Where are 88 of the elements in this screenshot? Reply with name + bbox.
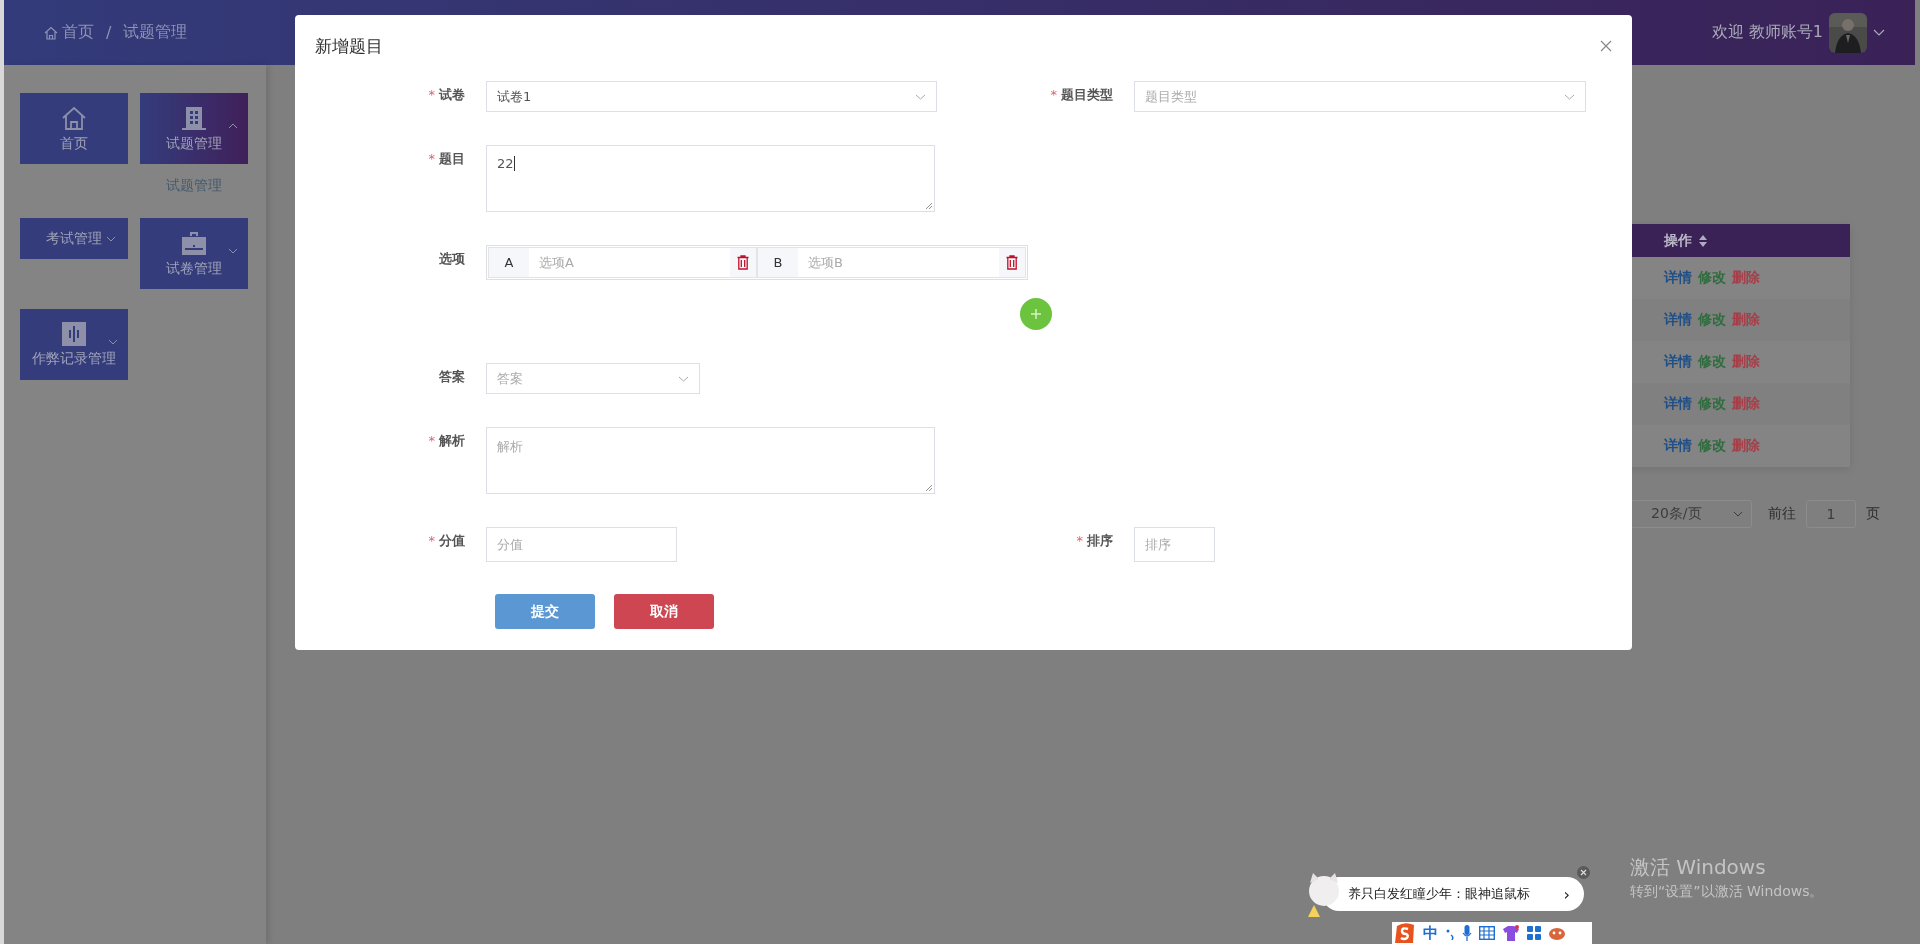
breadcrumb-separator: /: [106, 23, 112, 42]
menu-label: 试卷管理: [166, 259, 222, 278]
field-label: 答案: [438, 368, 465, 386]
activation-text: 转到“设置”以激活 Windows。: [1630, 883, 1824, 901]
input-field[interactable]: 排序: [1134, 527, 1215, 562]
action-link[interactable]: 修改: [1698, 353, 1726, 371]
breadcrumb-link[interactable]: 试题管理: [123, 22, 188, 43]
close-icon[interactable]: [1577, 866, 1590, 879]
menu-label: 首页: [60, 134, 88, 153]
field-label: 选项: [438, 250, 465, 268]
field-label: * 解析: [427, 432, 465, 450]
menu-label: 考试管理: [46, 229, 102, 248]
keyboard-icon[interactable]: [1479, 926, 1495, 940]
welcome-text: 欢迎 教师账号1: [1711, 22, 1823, 43]
chart-icon: [62, 321, 86, 346]
menu-tile[interactable]: 首页: [20, 93, 128, 164]
action-link[interactable]: 删除: [1732, 437, 1760, 455]
grid-icon[interactable]: [1527, 926, 1541, 940]
action-link[interactable]: 修改: [1698, 311, 1726, 329]
home-icon: [61, 104, 87, 131]
breadcrumb-link[interactable]: 首页: [62, 22, 94, 43]
notification-text: 养只白发红瞳少年：眼神追鼠标: [1348, 885, 1530, 903]
building-icon: [181, 104, 207, 131]
select-field[interactable]: 试卷1: [486, 81, 937, 112]
sort-icon[interactable]: [1698, 233, 1708, 248]
action-link[interactable]: 详情: [1664, 437, 1692, 455]
home-icon: [44, 25, 58, 40]
shirt-icon[interactable]: [1502, 925, 1520, 941]
option-placeholder: 选项B: [807, 253, 844, 272]
resize-grip-icon[interactable]: [925, 202, 932, 209]
option-letter: B: [758, 248, 798, 277]
field-label: * 分值: [427, 532, 465, 550]
trash-icon: [737, 255, 749, 270]
action-link[interactable]: 删除: [1732, 395, 1760, 413]
chevron-down-icon: [915, 93, 926, 100]
field-label: * 题目: [427, 150, 465, 168]
action-link[interactable]: 详情: [1664, 311, 1692, 329]
chevron-down-icon: [1564, 93, 1575, 100]
arrow-glyph[interactable]: ›: [1563, 884, 1570, 904]
column-header: 操作: [1664, 231, 1692, 250]
action-link[interactable]: 删除: [1732, 353, 1760, 371]
mascot-icon[interactable]: [1548, 926, 1566, 940]
option-field[interactable]: A 选项A: [488, 247, 757, 278]
menu-tile[interactable]: 试题管理: [140, 93, 248, 164]
dialog-title: 新增题目: [315, 34, 383, 58]
resize-grip-icon[interactable]: [925, 484, 932, 491]
briefcase-icon: [181, 229, 207, 256]
menu-tile[interactable]: 作弊记录管理: [20, 309, 128, 380]
goto-label: 前往: [1768, 505, 1796, 523]
action-link[interactable]: 详情: [1664, 269, 1692, 287]
text-area[interactable]: 22: [486, 145, 935, 212]
action-link[interactable]: 删除: [1732, 311, 1760, 329]
ime-mode[interactable]: 中: [1423, 923, 1438, 943]
close-icon[interactable]: [1600, 40, 1612, 52]
chevron-down-icon: [678, 375, 689, 382]
dialog-button[interactable]: 取消: [614, 594, 714, 629]
chevron-down-icon[interactable]: [1873, 28, 1885, 37]
action-link[interactable]: 详情: [1664, 395, 1692, 413]
action-link[interactable]: 修改: [1698, 395, 1726, 413]
action-link[interactable]: 删除: [1732, 269, 1760, 287]
option-field[interactable]: B 选项B: [757, 247, 1026, 278]
menu-tile[interactable]: 试卷管理: [140, 218, 248, 289]
page-input[interactable]: 1: [1806, 500, 1856, 528]
delete-button[interactable]: [730, 248, 756, 277]
microphone-icon[interactable]: [1462, 925, 1472, 941]
select-field[interactable]: 答案: [486, 363, 700, 394]
activation-title: 激活 Windows: [1630, 854, 1767, 881]
input-field[interactable]: 分值: [486, 527, 677, 562]
menu-label: 作弊记录管理: [32, 349, 116, 368]
action-link[interactable]: 详情: [1664, 353, 1692, 371]
menu-tile[interactable]: 考试管理: [20, 218, 128, 259]
field-label: * 排序: [1075, 532, 1113, 550]
field-label: * 试卷: [427, 86, 465, 104]
chevron-down-icon: [1733, 511, 1743, 517]
text-area[interactable]: 解析: [486, 427, 935, 494]
logo-icon[interactable]: [1394, 923, 1416, 943]
option-placeholder: 选项A: [538, 253, 575, 272]
action-link[interactable]: 修改: [1698, 437, 1726, 455]
dialog-button[interactable]: 提交: [495, 594, 595, 629]
option-letter: A: [489, 248, 529, 277]
field-label: * 题目类型: [1049, 86, 1113, 104]
select-field[interactable]: 题目类型: [1134, 81, 1586, 112]
menu-label: 试题管理: [166, 134, 222, 153]
trash-icon: [1006, 255, 1018, 270]
action-link[interactable]: 修改: [1698, 269, 1726, 287]
delete-button[interactable]: [999, 248, 1025, 277]
submenu-item[interactable]: 试题管理: [140, 164, 248, 198]
page-suffix: 页: [1866, 505, 1880, 523]
